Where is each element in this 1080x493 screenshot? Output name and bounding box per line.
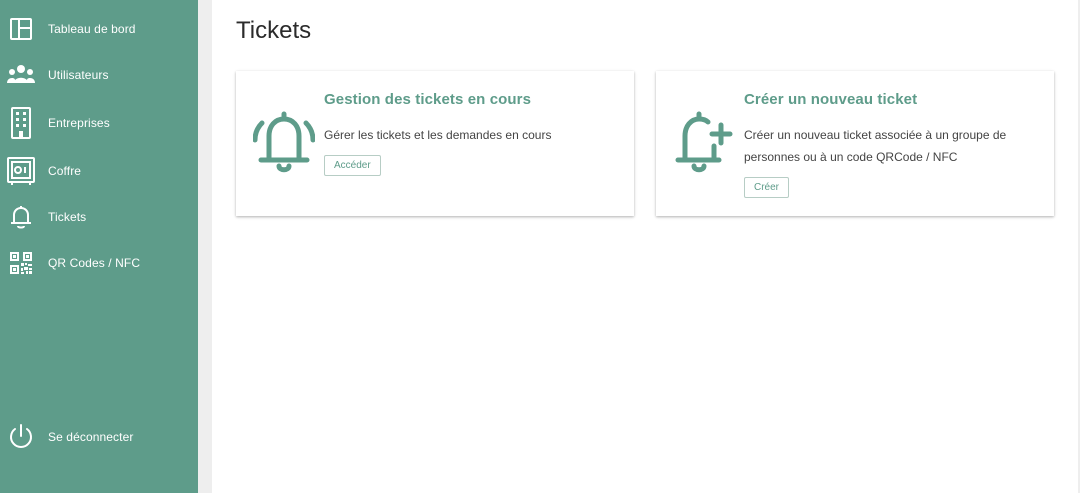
sidebar-item-tickets[interactable]: Tickets — [0, 197, 198, 237]
page-title: Tickets — [236, 17, 312, 44]
building-icon — [6, 107, 36, 139]
users-icon — [6, 60, 36, 90]
sidebar-item-label: Utilisateurs — [48, 68, 109, 82]
access-button[interactable]: Accéder — [324, 155, 381, 176]
sidebar-item-dashboard[interactable]: Tableau de bord — [0, 9, 198, 49]
bell-plus-icon — [673, 111, 735, 178]
main-content: Tickets Gestion des tickets en cours Gér… — [212, 0, 1078, 493]
card-description: Gérer les tickets et les demandes en cou… — [324, 128, 552, 142]
sidebar-item-users[interactable]: Utilisateurs — [0, 55, 198, 95]
card-title: Gestion des tickets en cours — [324, 91, 532, 108]
safe-icon — [6, 156, 36, 186]
logout-button[interactable]: Se déconnecter — [0, 417, 198, 457]
sidebar-item-safe[interactable]: Coffre — [0, 151, 198, 191]
sidebar-item-companies[interactable]: Entreprises — [0, 103, 198, 143]
app-window: Tableau de bord Utilisateurs Entreprises… — [0, 0, 1080, 493]
ticket-management-card: Gestion des tickets en cours Gérer les t… — [236, 71, 634, 216]
sidebar-item-label: Coffre — [48, 164, 82, 178]
new-ticket-card: Créer un nouveau ticket Créer un nouveau… — [656, 71, 1054, 216]
sidebar-item-label: Tableau de bord — [48, 22, 136, 36]
bell-ringing-icon — [252, 111, 316, 178]
logout-label: Se déconnecter — [48, 430, 134, 444]
sidebar-item-label: Entreprises — [48, 116, 110, 130]
power-icon — [6, 422, 36, 452]
qr-code-icon — [6, 248, 36, 278]
sidebar-item-label: QR Codes / NFC — [48, 256, 141, 270]
sidebar: Tableau de bord Utilisateurs Entreprises… — [0, 0, 198, 493]
card-title: Créer un nouveau ticket — [744, 91, 918, 108]
dashboard-icon — [6, 14, 36, 44]
create-button[interactable]: Créer — [744, 177, 790, 198]
sidebar-item-qr-codes[interactable]: QR Codes / NFC — [0, 243, 198, 283]
bell-icon — [6, 202, 36, 232]
sidebar-item-label: Tickets — [48, 210, 87, 224]
card-description: Créer un nouveau ticket associée à un gr… — [744, 128, 1007, 164]
